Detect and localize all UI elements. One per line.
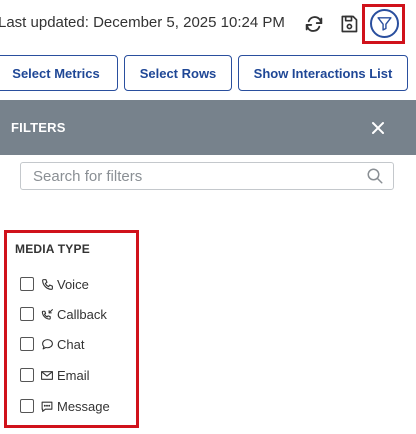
media-type-title: MEDIA TYPE: [15, 242, 90, 256]
last-updated-text: Last updated: December 5, 2025 10:24 PM: [0, 14, 285, 31]
voice-label: Voice: [57, 276, 89, 292]
filter-search-box: [20, 162, 394, 190]
close-filters-button[interactable]: [369, 119, 387, 137]
filters-panel-header: FILTERS: [0, 100, 416, 155]
refresh-icon: [305, 16, 323, 32]
chat-bubble-icon: [40, 337, 54, 351]
chat-label: Chat: [57, 336, 85, 352]
media-option-voice[interactable]: Voice: [20, 274, 89, 294]
media-option-message[interactable]: Message: [20, 396, 110, 416]
message-label: Message: [57, 398, 110, 414]
callback-icon: [40, 307, 54, 321]
callback-checkbox[interactable]: [20, 307, 34, 321]
callback-label: Callback: [57, 306, 107, 322]
save-button[interactable]: [337, 12, 361, 36]
media-option-email[interactable]: Email: [20, 365, 90, 385]
email-label: Email: [57, 367, 90, 383]
email-checkbox[interactable]: [20, 368, 34, 382]
toolbar-buttons: Select Metrics Select Rows Show Interact…: [0, 55, 416, 91]
select-metrics-button[interactable]: Select Metrics: [0, 55, 118, 91]
top-bar: Last updated: December 5, 2025 10:24 PM: [0, 0, 416, 48]
media-option-chat[interactable]: Chat: [20, 334, 84, 354]
message-checkbox[interactable]: [20, 399, 34, 413]
show-interactions-list-button[interactable]: Show Interactions List: [238, 55, 408, 91]
close-icon: [372, 122, 384, 134]
refresh-button[interactable]: [302, 12, 326, 36]
search-icon: [367, 168, 383, 184]
message-icon: [40, 399, 54, 413]
select-rows-button[interactable]: Select Rows: [124, 55, 232, 91]
filter-icon: [377, 17, 392, 31]
voice-checkbox[interactable]: [20, 277, 34, 291]
media-option-callback[interactable]: Callback: [20, 304, 107, 324]
phone-icon: [40, 277, 54, 291]
filter-search-input[interactable]: [21, 163, 373, 189]
filters-title: FILTERS: [11, 120, 66, 135]
save-icon: [341, 15, 358, 33]
chat-checkbox[interactable]: [20, 337, 34, 351]
envelope-icon: [40, 368, 54, 382]
filter-button[interactable]: [370, 9, 399, 38]
